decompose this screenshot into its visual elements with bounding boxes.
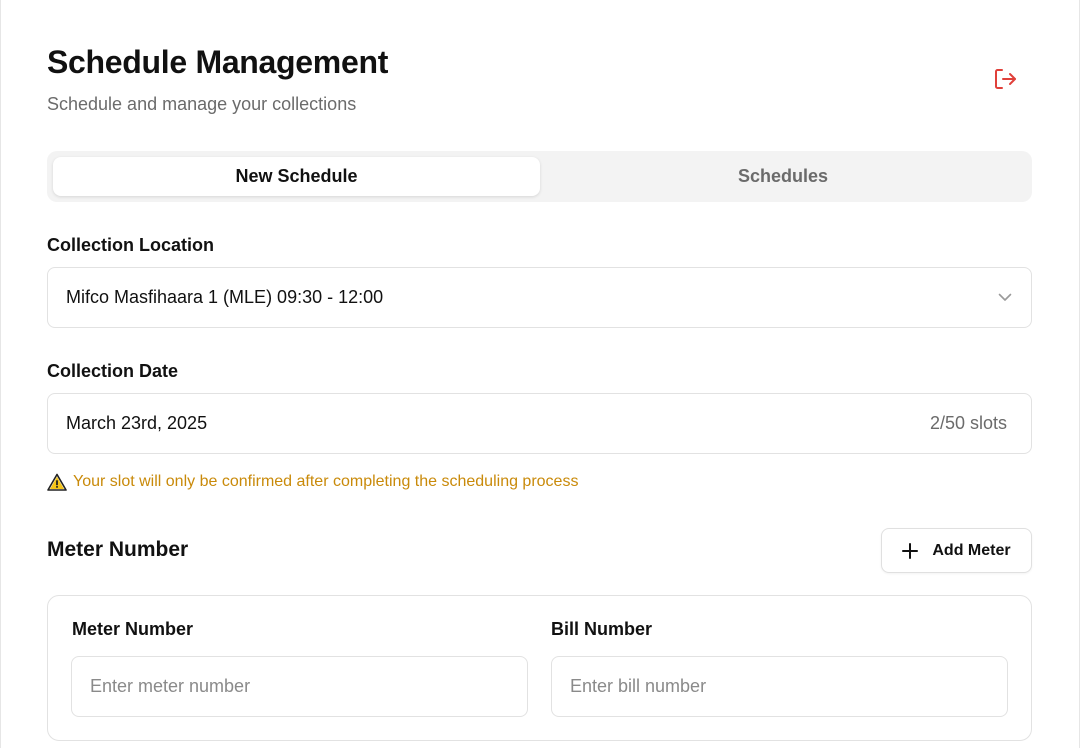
bill-number-label: Bill Number bbox=[551, 619, 653, 639]
warning-icon bbox=[47, 473, 67, 491]
add-meter-label: Add Meter bbox=[932, 541, 1011, 559]
collection-location-label: Collection Location bbox=[47, 235, 215, 255]
chevron-down-icon bbox=[997, 290, 1013, 306]
collection-date-picker[interactable]: March 23rd, 2025 2/50 slots bbox=[47, 393, 1032, 454]
tab-new-schedule[interactable]: New Schedule bbox=[53, 157, 540, 196]
collection-date-value: March 23rd, 2025 bbox=[66, 413, 208, 433]
meter-section-title: Meter Number bbox=[47, 538, 189, 561]
schedule-tabs: New Schedule Schedules bbox=[47, 151, 1032, 202]
collection-location-select[interactable]: Mifco Masfihaara 1 (MLE) 09:30 - 12:00 bbox=[47, 267, 1032, 328]
meter-number-input[interactable] bbox=[71, 656, 528, 717]
meter-entry-card: Meter Number Bill Number bbox=[47, 595, 1032, 741]
slot-warning: Your slot will only be confirmed after c… bbox=[47, 473, 578, 491]
tab-schedules[interactable]: Schedules bbox=[540, 157, 1026, 196]
collection-location-value: Mifco Masfihaara 1 (MLE) 09:30 - 12:00 bbox=[66, 287, 384, 307]
warning-text: Your slot will only be confirmed after c… bbox=[73, 473, 579, 490]
logout-button[interactable] bbox=[991, 66, 1021, 92]
plus-icon bbox=[902, 542, 919, 559]
logout-icon bbox=[995, 69, 1016, 89]
collection-date-label: Collection Date bbox=[47, 361, 179, 381]
schedule-management-page: Schedule Management Schedule and manage … bbox=[0, 0, 1080, 748]
meter-number-label: Meter Number bbox=[72, 619, 194, 639]
page-subtitle: Schedule and manage your collections bbox=[47, 94, 357, 114]
slots-count: 2/50 slots bbox=[929, 413, 1007, 433]
bill-number-input[interactable] bbox=[551, 656, 1008, 717]
add-meter-button[interactable]: Add Meter bbox=[881, 528, 1032, 573]
page-title: Schedule Management bbox=[47, 44, 389, 80]
